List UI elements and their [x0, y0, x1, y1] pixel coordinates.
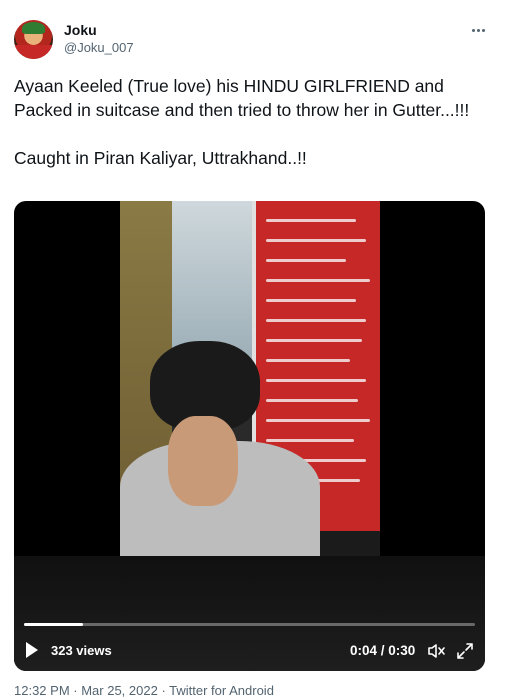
video-frame	[120, 201, 380, 556]
tweet-text: Ayaan Keeled (True love) his HINDU GIRLF…	[14, 76, 470, 168]
view-count: 323 views	[51, 643, 112, 658]
avatar-hair	[22, 22, 45, 34]
more-options-icon[interactable]	[468, 20, 488, 40]
video-progress-bar[interactable]	[24, 623, 475, 626]
video-player[interactable]: 323 views 0:04 / 0:30	[14, 201, 485, 671]
expand-icon[interactable]	[455, 641, 475, 661]
tweet-meta: 12:32 PM · Mar 25, 2022 · Twitter for An…	[14, 683, 274, 698]
mute-icon[interactable]	[426, 641, 446, 661]
avatar[interactable]	[14, 20, 53, 59]
video-time: 0:04 / 0:30	[350, 643, 416, 658]
author-handle[interactable]: @Joku_007	[64, 40, 134, 55]
play-icon[interactable]	[26, 642, 38, 658]
tweet: Joku @Joku_007 Ayaan Keeled (True love) …	[0, 0, 505, 700]
tweet-source[interactable]: Twitter for Android	[169, 683, 274, 698]
avatar-suit	[14, 45, 53, 59]
tweet-date[interactable]: Mar 25, 2022	[81, 683, 158, 698]
video-progress-fill	[24, 623, 83, 626]
author-name[interactable]: Joku	[64, 22, 97, 38]
tweet-time[interactable]: 12:32 PM	[14, 683, 70, 698]
